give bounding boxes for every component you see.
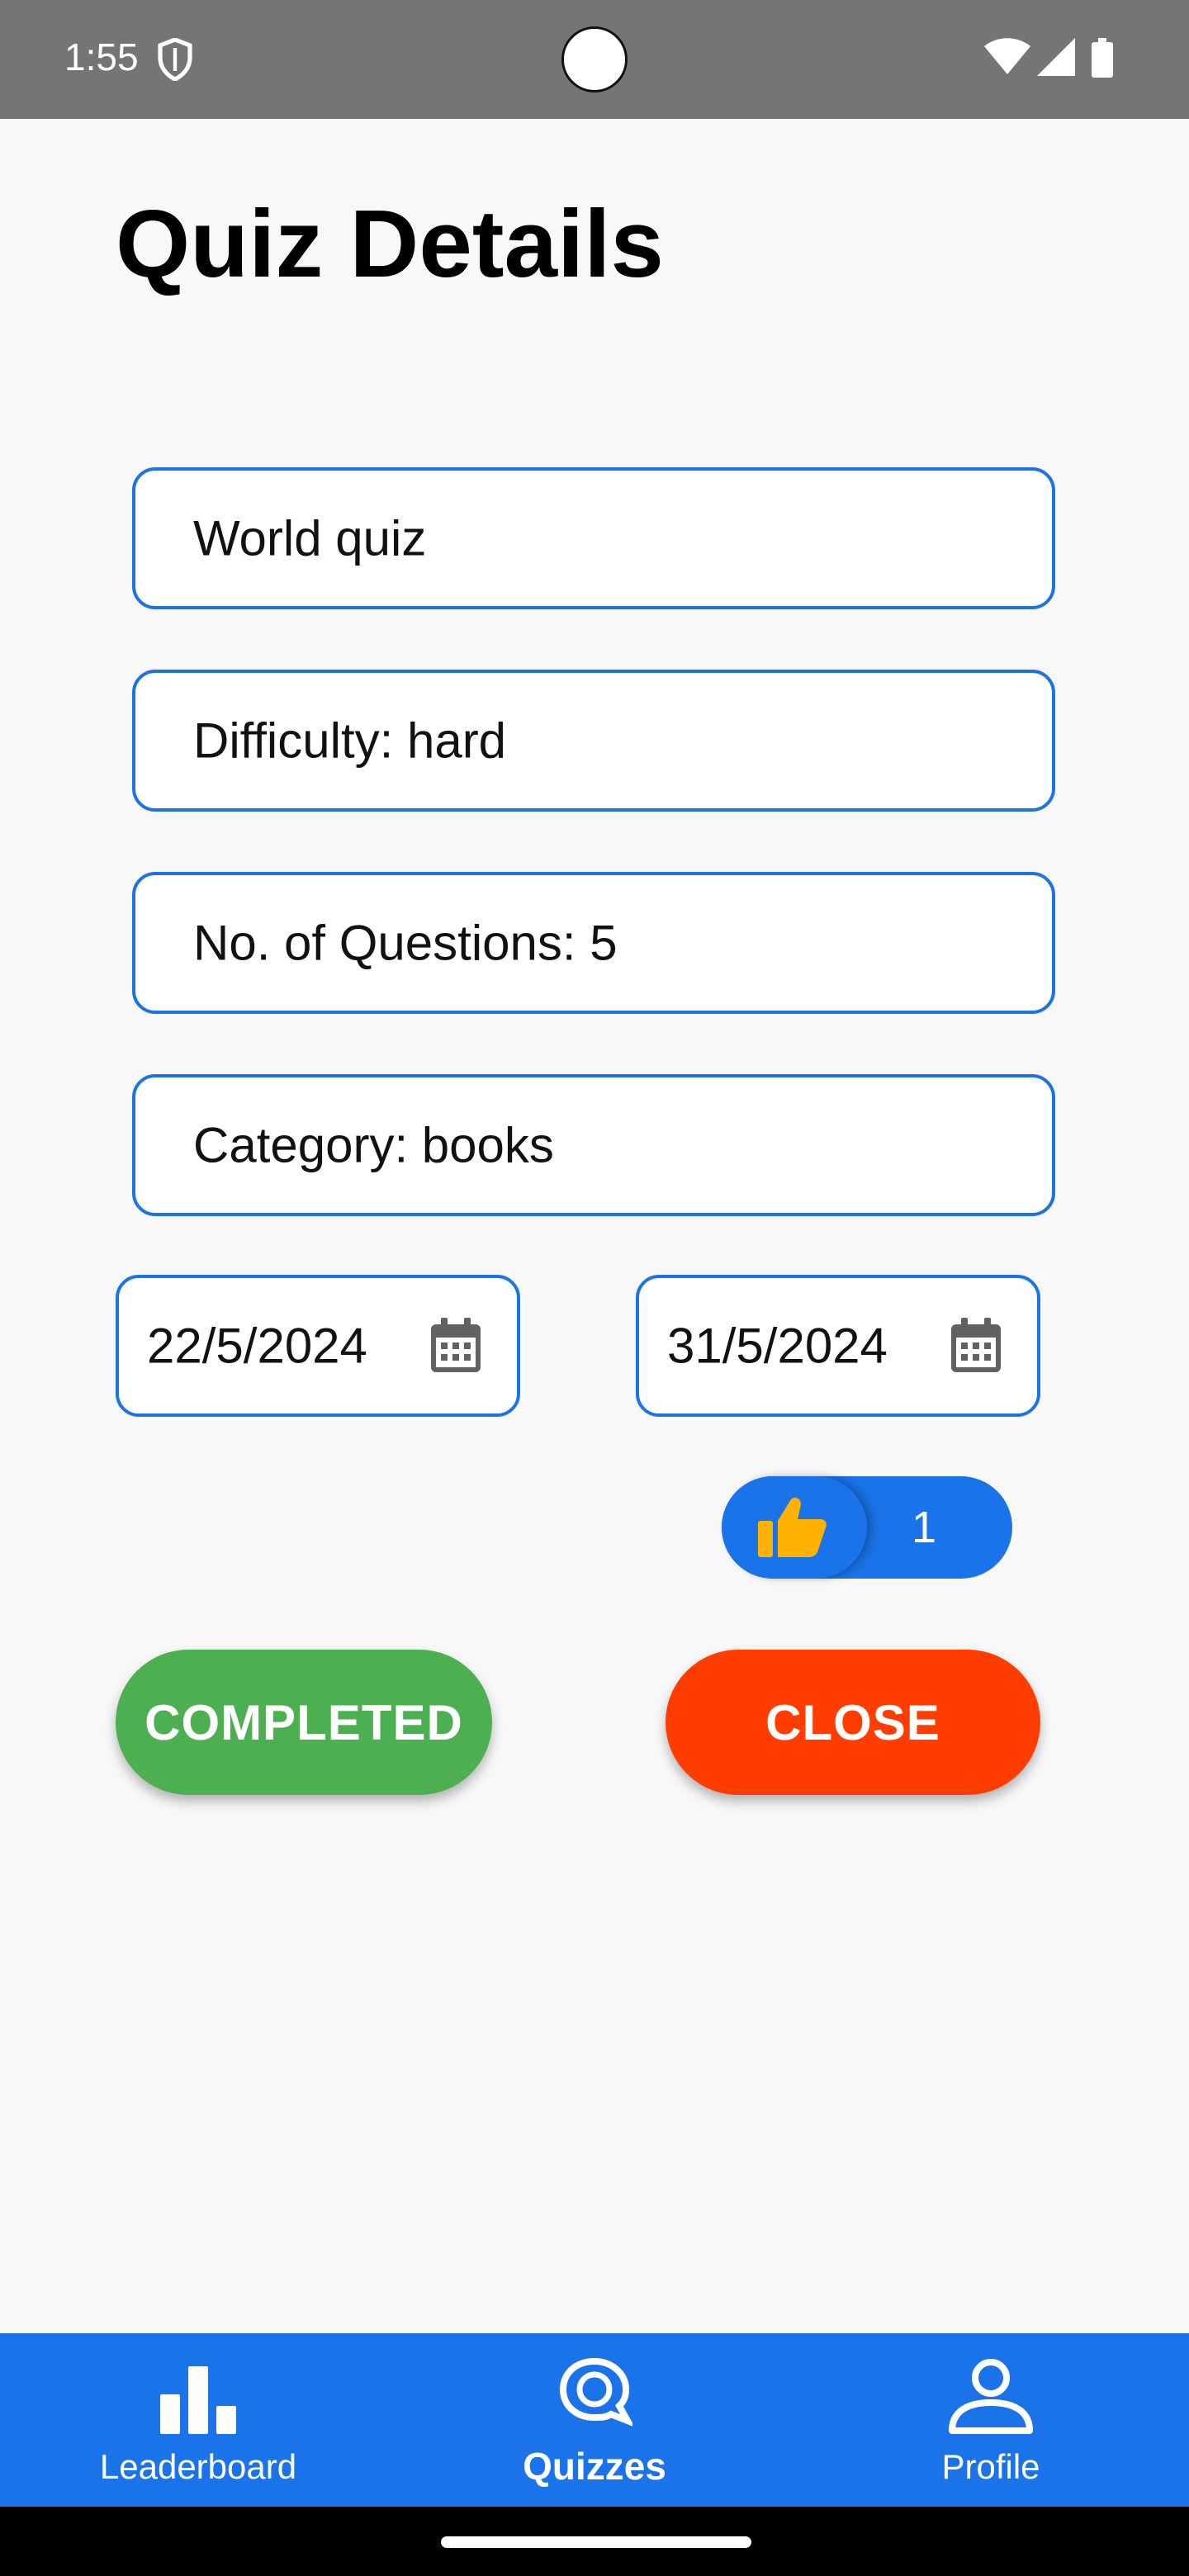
gesture-navigation-bar [0, 2507, 1189, 2576]
nav-label-quizzes: Quizzes [523, 2445, 666, 2488]
start-date-text: 22/5/2024 [147, 1318, 367, 1374]
end-date-field[interactable]: 31/5/2024 [636, 1275, 1040, 1417]
thumbs-up-icon [758, 1498, 827, 1557]
nav-item-quizzes[interactable]: Quizzes [396, 2333, 793, 2507]
questions-count-field[interactable]: No. of Questions: 5 [132, 872, 1055, 1014]
nav-label-leaderboard: Leaderboard [99, 2447, 297, 2486]
calendar-icon[interactable] [948, 1316, 1004, 1376]
quiz-name-field[interactable]: World quiz [132, 467, 1055, 609]
questions-count-text: No. of Questions: 5 [193, 915, 618, 971]
like-toggle[interactable]: 1 [722, 1476, 1012, 1579]
bar-chart-icon [160, 2366, 236, 2434]
like-button[interactable] [722, 1476, 867, 1579]
nav-label-profile: Profile [941, 2447, 1040, 2486]
difficulty-text: Difficulty: hard [193, 713, 507, 769]
nav-item-profile[interactable]: Profile [793, 2333, 1189, 2507]
battery-icon [1092, 38, 1113, 78]
difficulty-field[interactable]: Difficulty: hard [132, 670, 1055, 812]
category-field[interactable]: Category: books [132, 1074, 1055, 1216]
quiz-bubble-icon [559, 2357, 632, 2427]
shield-icon [158, 38, 192, 81]
end-date-text: 31/5/2024 [667, 1318, 888, 1374]
bottom-navigation: Leaderboard Quizzes Profile [0, 2333, 1189, 2507]
home-gesture-handle[interactable] [441, 2536, 751, 2548]
completed-button[interactable]: COMPLETED [116, 1650, 492, 1795]
category-text: Category: books [193, 1117, 554, 1173]
quiz-name-text: World quiz [193, 510, 427, 566]
calendar-icon[interactable] [428, 1316, 484, 1376]
person-icon [949, 2359, 1033, 2434]
nav-item-leaderboard[interactable]: Leaderboard [0, 2333, 396, 2507]
status-bar: 1:55 [0, 0, 1189, 119]
cellular-signal-icon [1037, 38, 1075, 76]
page-title: Quiz Details [116, 190, 664, 297]
like-count: 1 [912, 1503, 937, 1552]
wifi-icon [984, 38, 1030, 74]
start-date-field[interactable]: 22/5/2024 [116, 1275, 520, 1417]
status-time: 1:55 [64, 36, 139, 78]
camera-cutout [561, 26, 628, 92]
close-button[interactable]: CLOSE [666, 1650, 1040, 1795]
